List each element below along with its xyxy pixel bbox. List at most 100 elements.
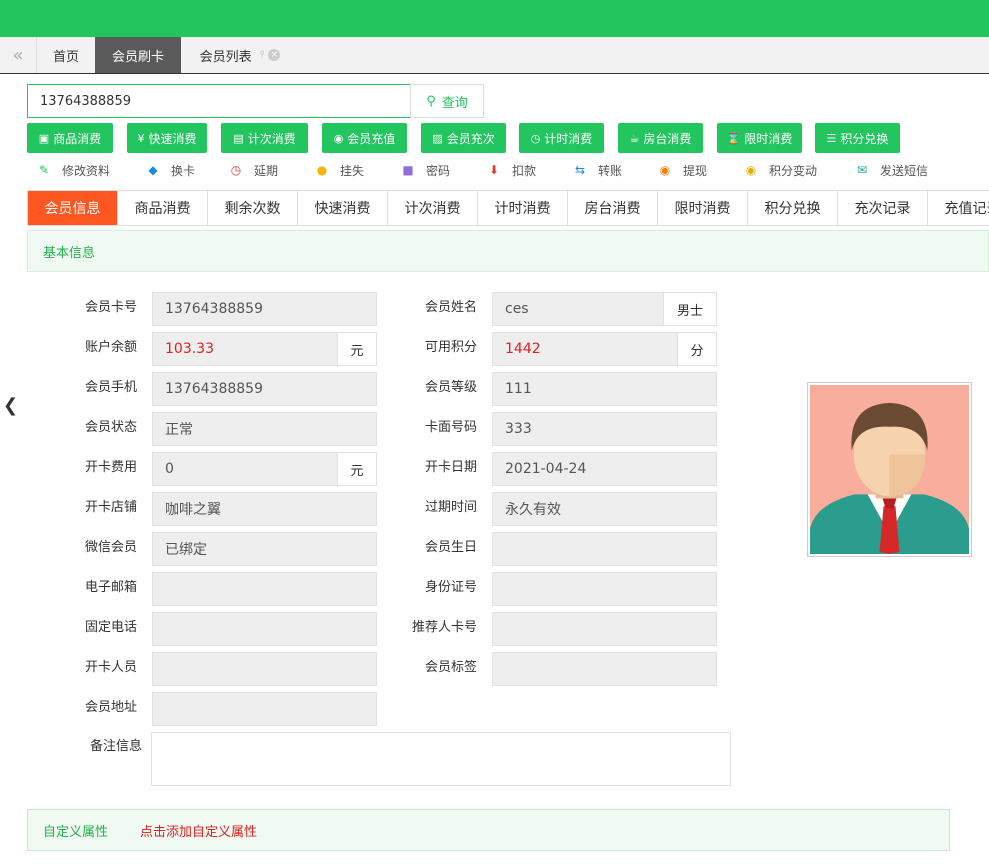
inbox-icon: ▨ bbox=[432, 131, 443, 145]
card-icon: ▤ bbox=[233, 131, 244, 145]
subtab-count-consume[interactable]: 计次消费 bbox=[388, 191, 478, 225]
tab-label: 会员列表 bbox=[199, 49, 252, 65]
name-label: 会员姓名 bbox=[424, 300, 477, 315]
level-field: 111 bbox=[492, 372, 717, 406]
page-tabs-bar: « 首页 会员刷卡 会员列表 ⫯ × bbox=[0, 37, 989, 74]
fee-unit: 元 bbox=[337, 452, 377, 486]
withdraw-tool[interactable]: ◉ 提现 bbox=[657, 160, 707, 180]
close-icon[interactable]: × bbox=[268, 49, 281, 61]
tool-label: 扣款 bbox=[512, 163, 537, 178]
lock-icon: ■ bbox=[402, 163, 414, 177]
quick-consume-button[interactable]: ¥ 快速消费 bbox=[127, 123, 207, 153]
subtab-points-exchange[interactable]: 积分兑换 bbox=[748, 191, 838, 225]
open-date-label: 开卡日期 bbox=[424, 460, 477, 475]
limited-consume-button[interactable]: ⌛ 限时消费 bbox=[717, 123, 802, 153]
search-button-label: 查询 bbox=[441, 95, 468, 111]
member-avatar[interactable] bbox=[807, 382, 972, 557]
tool-label: 积分变动 bbox=[769, 163, 818, 178]
cup-icon: ☕ bbox=[629, 131, 640, 145]
top-header-bar bbox=[0, 0, 989, 37]
phone-field: 13764388859 bbox=[152, 372, 377, 406]
remark-label: 备注信息 bbox=[89, 739, 142, 754]
subtab-count-recharge-records[interactable]: 充次记录 bbox=[838, 191, 928, 225]
points-label: 可用积分 bbox=[424, 340, 477, 355]
report-loss-tool[interactable]: ● 挂失 bbox=[314, 160, 364, 180]
custom-attributes-title: 自定义属性 bbox=[43, 824, 109, 840]
points-change-tool[interactable]: ◉ 积分变动 bbox=[743, 160, 817, 180]
card-no-label: 会员卡号 bbox=[84, 300, 137, 315]
subtab-quick-consume[interactable]: 快速消费 bbox=[298, 191, 388, 225]
tab-label: 会员刷卡 bbox=[111, 49, 164, 65]
expire-label: 过期时间 bbox=[424, 500, 477, 515]
section-basic-info: 基本信息 bbox=[27, 230, 989, 272]
edit-profile-tool[interactable]: ✎ 修改资料 bbox=[36, 160, 110, 180]
avatar-illustration-icon bbox=[810, 385, 969, 554]
add-custom-attribute-link[interactable]: 点击添加自定义属性 bbox=[140, 821, 257, 840]
fee-label: 开卡费用 bbox=[84, 460, 137, 475]
tool-label: 密码 bbox=[426, 163, 451, 178]
send-sms-tool[interactable]: ✉ 发送短信 bbox=[854, 160, 928, 180]
subtab-recharge-records[interactable]: 充值记录 bbox=[928, 191, 989, 225]
tab-member-swipe[interactable]: 会员刷卡 bbox=[95, 37, 181, 73]
tel-field bbox=[152, 612, 377, 646]
change-card-tool[interactable]: ◆ 换卡 bbox=[145, 160, 195, 180]
subtab-remaining-count[interactable]: 剩余次数 bbox=[208, 191, 298, 225]
extend-tool[interactable]: ◷ 延期 bbox=[228, 160, 278, 180]
pin-icon[interactable]: ⫯ bbox=[260, 48, 265, 62]
room-consume-button[interactable]: ☕ 房台消费 bbox=[618, 123, 703, 153]
subtab-room-consume[interactable]: 房台消费 bbox=[568, 191, 658, 225]
fee-field: 0 bbox=[152, 452, 338, 486]
coins-icon: ◉ bbox=[745, 163, 757, 177]
deduct-tool[interactable]: ⬇ 扣款 bbox=[486, 160, 536, 180]
face-no-label: 卡面号码 bbox=[424, 420, 477, 435]
count-consume-button[interactable]: ▤ 计次消费 bbox=[221, 123, 308, 153]
referrer-field bbox=[492, 612, 717, 646]
subtab-goods-consume[interactable]: 商品消费 bbox=[118, 191, 208, 225]
opener-field bbox=[152, 652, 377, 686]
member-subtabs: 会员信息 商品消费 剩余次数 快速消费 计次消费 计时消费 房台消费 限时消费 … bbox=[27, 190, 989, 226]
referrer-label: 推荐人卡号 bbox=[411, 620, 477, 635]
phone-label: 会员手机 bbox=[84, 380, 137, 395]
member-recharge-button[interactable]: ◉ 会员充值 bbox=[322, 123, 407, 153]
name-field: ces bbox=[492, 292, 664, 326]
store-field: 咖啡之翼 bbox=[152, 492, 377, 526]
tool-label: 挂失 bbox=[340, 163, 365, 178]
remark-field bbox=[151, 732, 731, 786]
button-label: 会员充值 bbox=[347, 131, 396, 146]
points-exchange-button[interactable]: ☰ 积分兑换 bbox=[815, 123, 900, 153]
button-label: 积分兑换 bbox=[840, 131, 889, 146]
email-field bbox=[152, 572, 377, 606]
balance-unit: 元 bbox=[337, 332, 377, 366]
status-label: 会员状态 bbox=[84, 420, 137, 435]
button-label: 限时消费 bbox=[744, 131, 793, 146]
subtab-limited-consume[interactable]: 限时消费 bbox=[658, 191, 748, 225]
open-date-field: 2021-04-24 bbox=[492, 452, 717, 486]
transfer-tool[interactable]: ⇆ 转账 bbox=[572, 160, 622, 180]
tabs-scroll-left-icon[interactable]: « bbox=[0, 37, 37, 73]
address-field bbox=[152, 692, 377, 726]
status-field: 正常 bbox=[152, 412, 377, 446]
subtab-timed-consume[interactable]: 计时消费 bbox=[478, 191, 568, 225]
tool-label: 转账 bbox=[598, 163, 623, 178]
tool-label: 修改资料 bbox=[62, 163, 111, 178]
tab-label: 首页 bbox=[52, 49, 79, 65]
transfer-icon: ⇆ bbox=[574, 163, 586, 177]
clock-icon: ◷ bbox=[530, 131, 541, 145]
custom-attributes-bar: 自定义属性 点击添加自定义属性 bbox=[27, 809, 950, 851]
member-count-recharge-button[interactable]: ▨ 会员充次 bbox=[421, 123, 506, 153]
bag-icon: ▣ bbox=[38, 131, 50, 145]
card-search-input[interactable] bbox=[27, 84, 411, 118]
tab-home[interactable]: 首页 bbox=[37, 37, 95, 73]
tool-label: 换卡 bbox=[171, 163, 196, 178]
chevron-left-icon[interactable]: ❮ bbox=[3, 395, 18, 416]
yen-icon: ¥ bbox=[137, 131, 145, 145]
expire-field: 永久有效 bbox=[492, 492, 717, 526]
timed-consume-button[interactable]: ◷ 计时消费 bbox=[519, 123, 604, 153]
tab-member-list[interactable]: 会员列表 ⫯ × bbox=[181, 37, 299, 73]
subtab-member-info[interactable]: 会员信息 bbox=[28, 191, 118, 225]
goods-consume-button[interactable]: ▣ 商品消费 bbox=[27, 123, 113, 153]
tag-icon: ◆ bbox=[148, 163, 158, 177]
tel-label: 固定电话 bbox=[84, 620, 137, 635]
password-tool[interactable]: ■ 密码 bbox=[400, 160, 450, 180]
search-button[interactable]: ⚲ 查询 bbox=[410, 84, 484, 118]
